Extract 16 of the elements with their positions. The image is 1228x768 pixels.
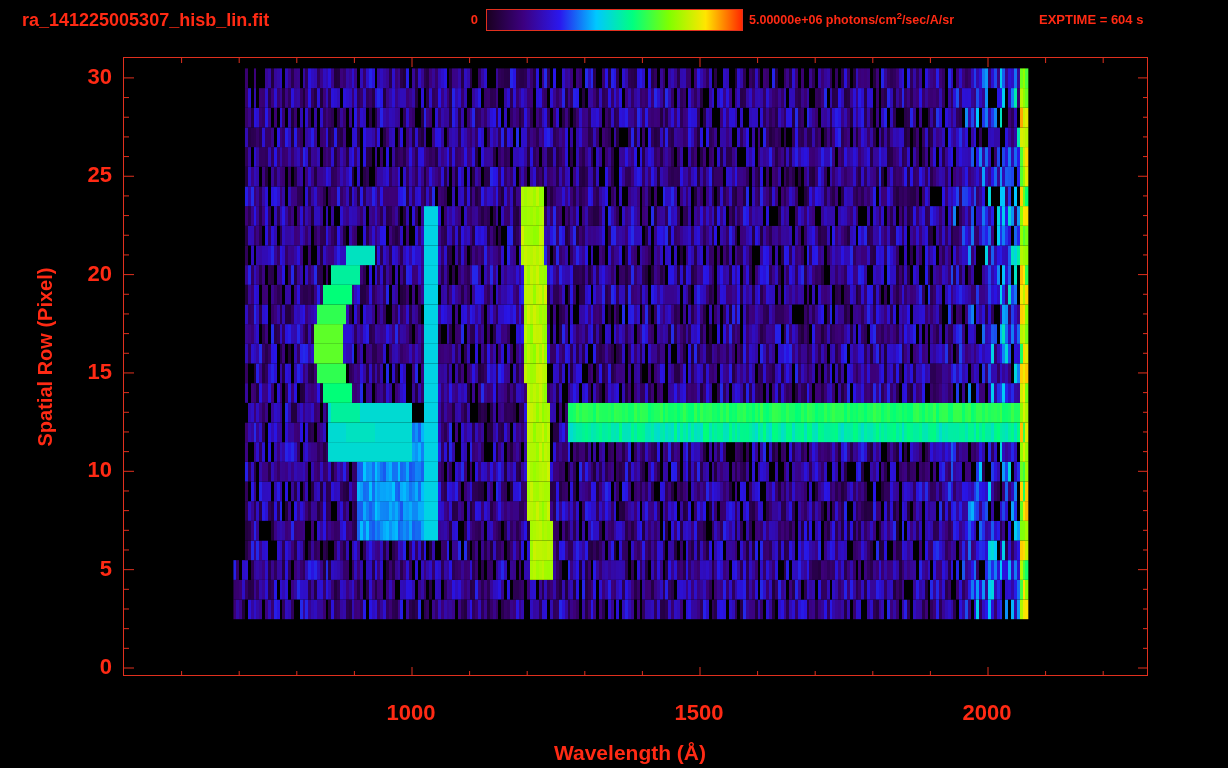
y-tick-label: 10 [86,457,112,484]
y-tick-label: 25 [86,162,112,189]
x-tick-label: 1000 [385,700,437,726]
exposure-time: EXPTIME = 604 s [1039,11,1144,30]
y-tick-label: 20 [86,260,112,287]
x-tick-label: 1500 [673,700,725,726]
y-tick-label: 15 [86,359,112,385]
x-tick-label: 2000 [961,700,1013,726]
colorbar-max-label: 5.00000e+06 photons/cm$^{2}$/sec/A/sr [749,10,955,29]
x-axis-label: Wavelength (Å) [552,740,708,766]
y-tick-label: 5 [98,555,112,582]
y-tick-label: 30 [86,64,112,90]
plot-title: ra_141225005307_hisb_lin.fit [22,8,271,32]
y-axis-label: Spatial Row (Pixel) [33,266,57,449]
colorbar-min-label: 0 [469,11,478,30]
y-tick-label: 0 [98,653,112,680]
